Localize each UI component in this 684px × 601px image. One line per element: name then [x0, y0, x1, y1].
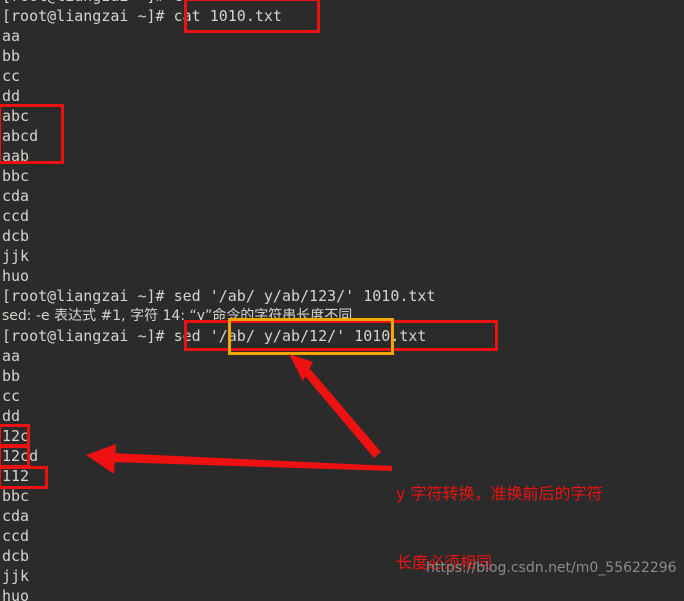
terminal-line-13: huo [2, 267, 30, 285]
terminal-line-3: cc [2, 67, 21, 85]
terminal-screenshot: [root@liangzai ~]# cat 1010.txt [root@li… [0, 0, 684, 601]
terminal-line-9: cda [2, 187, 30, 205]
terminal-line-11: dcb [2, 227, 30, 245]
terminal-line-8: bbc [2, 167, 30, 185]
terminal-line-clipped-top: [root@liangzai ~]# cat 1010.txt [0, 0, 684, 6]
terminal-line-14: [root@liangzai ~]# sed '/ab/ y/ab/123/' … [2, 287, 436, 305]
terminal-line-18: bb [2, 367, 21, 385]
terminal-line-12: jjk [2, 247, 30, 265]
terminal-line-7: aab [2, 147, 30, 165]
terminal-line-6: abcd [2, 127, 39, 145]
annotation-note: y 字符转换，准换前后的字符 长度必须相同 [396, 436, 603, 601]
terminal-line-16: [root@liangzai ~]# sed '/ab/ y/ab/12/' 1… [2, 327, 427, 345]
terminal-line-10: ccd [2, 207, 30, 225]
terminal-line-20: dd [2, 407, 21, 425]
terminal-line-19: cc [2, 387, 21, 405]
terminal-line-17: aa [2, 347, 21, 365]
terminal-line-4: dd [2, 87, 21, 105]
annotation-note-line-1: y 字符转换，准换前后的字符 [396, 484, 603, 503]
terminal-line-2: bb [2, 47, 21, 65]
terminal-line-error: sed: -e 表达式 #1, 字符 14: “y”命令的字符串长度不同 [2, 308, 353, 324]
terminal-line-1: aa [2, 27, 21, 45]
terminal-line-0: [root@liangzai ~]# cat 1010.txt [2, 7, 282, 25]
watermark: https://blog.csdn.net/m0_55622296 [426, 560, 677, 576]
terminal-line-5: abc [2, 107, 30, 125]
